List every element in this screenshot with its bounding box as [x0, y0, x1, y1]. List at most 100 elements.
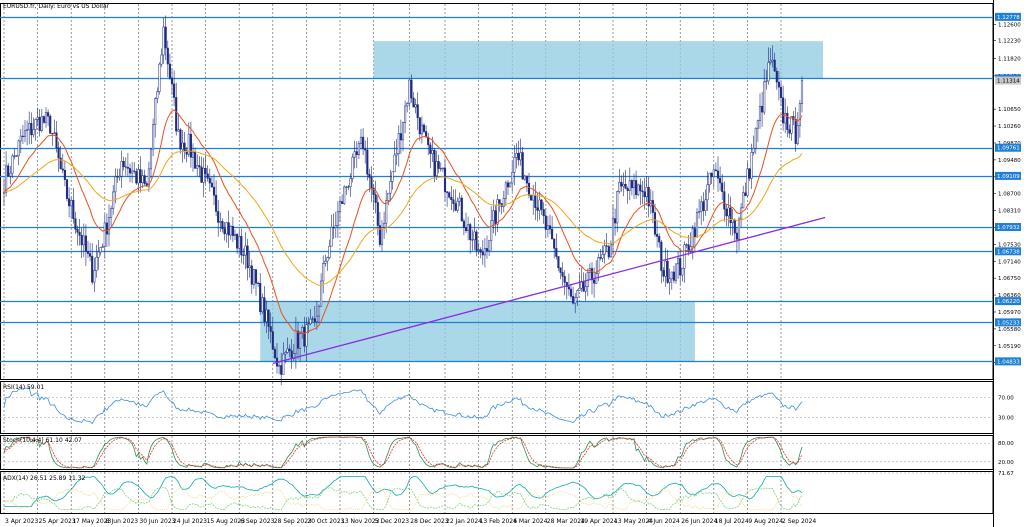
candle-body — [97, 251, 100, 258]
candle-body — [231, 226, 234, 236]
candle-body — [261, 297, 264, 312]
candle-body — [38, 117, 41, 131]
candle-body — [133, 170, 136, 172]
time-tick-label: 28 Sep 2023 — [274, 518, 312, 525]
time-tick-label: 2 Sep 2024 — [782, 518, 816, 525]
candle-body — [414, 104, 417, 108]
candle-body — [658, 236, 661, 243]
candle-body — [376, 202, 379, 226]
candle-body — [273, 348, 276, 359]
candle-body — [11, 155, 14, 174]
candle-body — [149, 148, 153, 170]
candle-body — [439, 168, 442, 170]
candle-body — [173, 83, 176, 98]
candle-body — [641, 190, 644, 193]
pane-tick-label: 71.67 — [998, 471, 1014, 477]
candle-body — [93, 270, 96, 283]
candle-body — [662, 270, 665, 277]
candle-body — [254, 269, 258, 284]
candle-body — [553, 238, 556, 249]
candle-body — [448, 192, 451, 198]
candle-body — [341, 201, 344, 204]
candle-body — [303, 327, 306, 347]
candle-body — [126, 167, 129, 169]
trading-chart[interactable]: 70.00 30.00 80.00 20.00 71.67 1.12600 1.12230… — [0, 0, 1024, 527]
candle-body — [238, 235, 241, 249]
candle-body — [21, 135, 24, 137]
candle-body — [462, 220, 465, 228]
candle-body — [326, 257, 329, 262]
candle-body — [317, 306, 321, 317]
candle-body — [152, 124, 155, 150]
candle-body — [651, 200, 654, 213]
price-tag-label: 1.05233 — [997, 320, 1020, 326]
candle-body — [542, 209, 545, 217]
candle-body — [618, 181, 621, 192]
stoch-label: Stoch(10,4,4) 61.10 42.07 — [3, 437, 82, 444]
candle-body — [790, 116, 793, 134]
candle-body — [695, 211, 699, 238]
candle-body — [521, 152, 524, 180]
candle-body — [548, 225, 552, 230]
price-tag-label: 1.07932 — [997, 225, 1020, 231]
candle-body — [15, 155, 18, 157]
price-tick-label: 1.09480 — [998, 158, 1021, 164]
candle-body — [99, 247, 102, 253]
candle-body — [84, 235, 87, 252]
candle-body — [693, 228, 696, 238]
candle-body — [164, 26, 167, 49]
candle-body — [378, 225, 381, 245]
candle-body — [362, 136, 365, 150]
candle-body — [733, 219, 736, 234]
candle-body — [328, 245, 331, 258]
candle-body — [212, 186, 216, 196]
candle-body — [758, 105, 762, 121]
candle-body — [385, 200, 388, 224]
candle-body — [280, 365, 283, 375]
time-axis: 3 Apr 2023 25 Apr 202317 May 20238 Jun 20… — [5, 518, 816, 525]
candle-body — [40, 116, 43, 131]
candle-body — [767, 62, 770, 82]
candle-body — [76, 229, 79, 233]
candle-body — [345, 186, 348, 188]
candle-body — [160, 54, 163, 65]
candle-body — [538, 199, 541, 211]
candle-body — [404, 105, 407, 123]
candle-body — [170, 77, 174, 85]
candle-body — [72, 200, 75, 219]
candle-body — [387, 192, 390, 201]
candle-body — [240, 235, 243, 256]
candle-body — [156, 91, 159, 99]
candle-body — [435, 161, 438, 176]
candle-body — [265, 309, 268, 322]
candle-body — [574, 297, 577, 304]
candle-body — [714, 169, 717, 172]
candle-body — [391, 171, 394, 182]
price-tick-label: 1.07140 — [998, 259, 1021, 265]
candle-body — [242, 254, 245, 256]
candle-body — [200, 166, 203, 183]
candle-body — [332, 227, 335, 229]
candle-body — [782, 97, 785, 124]
candle-body — [355, 151, 358, 156]
candle-body — [42, 116, 45, 123]
candle-body — [452, 199, 455, 204]
candle-body — [324, 260, 327, 264]
candle-body — [796, 125, 799, 144]
candle-body — [278, 365, 281, 367]
candle-body — [198, 165, 201, 168]
candle-body — [752, 147, 755, 153]
candle-body — [677, 258, 680, 265]
candle-body — [635, 180, 638, 196]
candle-body — [666, 260, 669, 283]
candle-body — [761, 105, 764, 113]
candle-body — [284, 352, 287, 355]
candle-body — [55, 132, 58, 148]
candle-body — [168, 63, 171, 79]
candle-body — [750, 152, 753, 179]
candle-body — [800, 80, 804, 104]
time-tick-label: 8 Jun 2023 — [106, 518, 138, 525]
candle-body — [30, 123, 33, 136]
candle-body — [257, 282, 260, 284]
candle-body — [775, 70, 778, 83]
